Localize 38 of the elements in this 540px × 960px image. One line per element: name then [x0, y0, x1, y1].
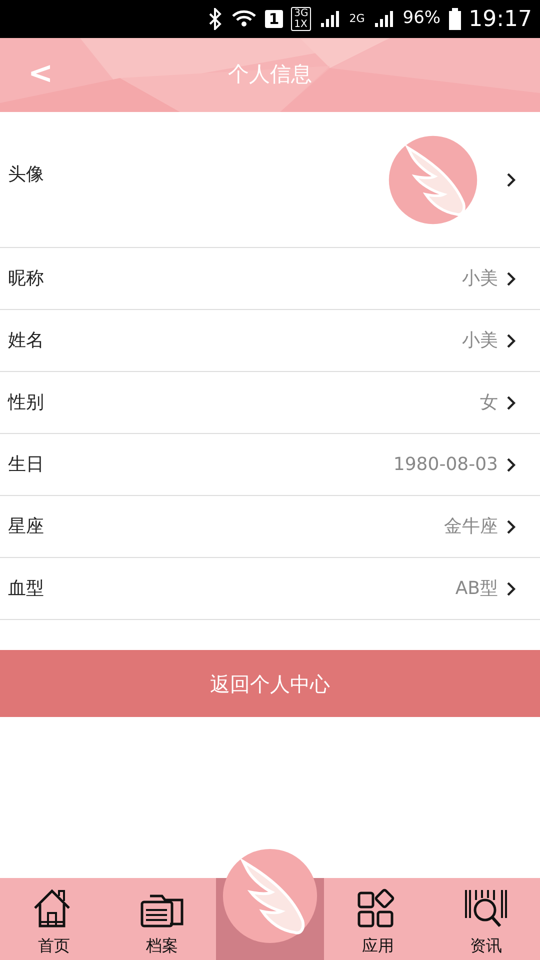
row-value: 小美	[462, 267, 498, 291]
row-label: 头像	[8, 163, 44, 187]
row-value: 1980-08-03	[393, 453, 498, 477]
row-value: AB型	[455, 577, 498, 601]
nav-tab[interactable]: 档案	[108, 878, 216, 960]
chevron-icon	[506, 172, 516, 188]
row-value: 女	[480, 391, 498, 415]
battery-percent: 96%	[402, 7, 441, 30]
chevron-icon	[506, 394, 516, 410]
network-label: 2G	[349, 10, 365, 27]
row-label: 生日	[8, 453, 44, 477]
row-label: 血型	[8, 577, 44, 601]
avatar-row[interactable]: 头像	[0, 112, 540, 248]
battery-icon	[448, 8, 461, 30]
nav-tab[interactable]: 首页	[0, 878, 108, 960]
nav-tab[interactable]: 应用	[324, 878, 432, 960]
row-value: 小美	[462, 329, 498, 353]
signal-icon	[319, 9, 342, 29]
row-label: 星座	[8, 515, 44, 539]
page-title: 个人信息	[228, 61, 312, 88]
chevron-icon	[506, 456, 516, 472]
clock: 19:17	[468, 6, 532, 34]
network-label: 3G	[294, 8, 308, 19]
nav-tab[interactable]: 资讯	[432, 878, 540, 960]
chevron-icon	[506, 518, 516, 534]
sim-slot-indicator: 1	[264, 10, 284, 28]
row-label: 性别	[8, 391, 44, 415]
barcode-search-icon	[464, 888, 508, 930]
signal-icon	[372, 9, 395, 29]
bluetooth-icon	[206, 8, 223, 30]
row-label: 昵称	[8, 267, 44, 291]
chevron-icon	[506, 580, 516, 596]
row-label: 姓名	[8, 329, 44, 353]
row-value: 金牛座	[444, 515, 498, 539]
chevron-icon	[506, 332, 516, 348]
network-label: 1X	[294, 19, 308, 30]
nav-tab[interactable]	[216, 848, 324, 960]
chevron-icon	[506, 270, 516, 286]
